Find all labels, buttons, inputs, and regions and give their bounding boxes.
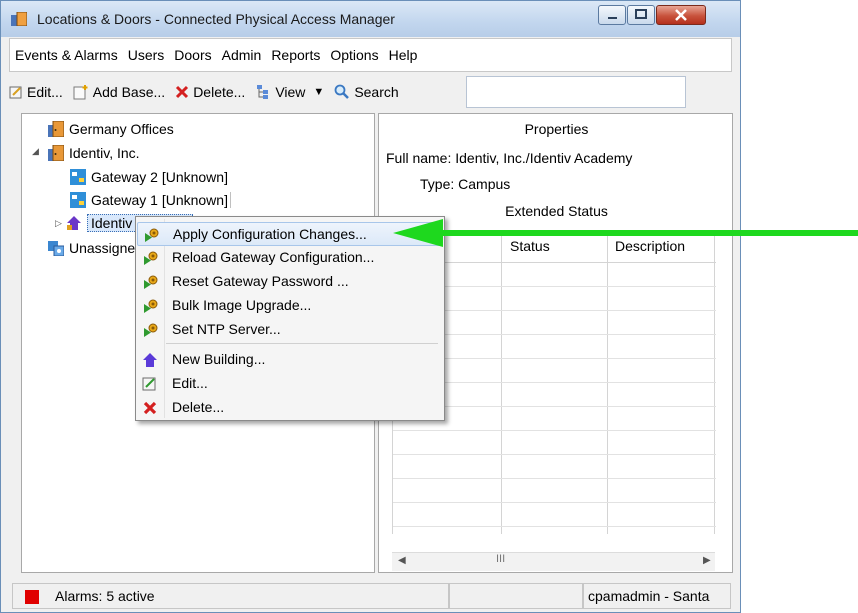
view-button[interactable]: View ▼ (255, 84, 324, 100)
edit-icon (9, 86, 22, 99)
menu-item-label: Set NTP Server... (172, 321, 281, 337)
view-button-label: View (275, 84, 306, 100)
tree-node-label: Gateway 2 [Unknown] (91, 169, 228, 185)
user-status-cell: cpamadmin - Santa (583, 583, 731, 609)
menu-help[interactable]: Help (384, 45, 423, 65)
full-name-value: Full name: Identiv, Inc./Identiv Academy (386, 150, 633, 166)
tree-node-gateway-1[interactable]: Gateway 1 [Unknown] (70, 189, 231, 211)
delete-button[interactable]: Delete... (175, 84, 245, 100)
delete-item[interactable]: Delete... (137, 396, 443, 420)
menu-doors[interactable]: Doors (169, 45, 216, 65)
maximize-icon (635, 9, 647, 19)
scroll-thumb[interactable]: III (412, 553, 592, 568)
window-title: Locations & Doors - Connected Physical A… (37, 11, 395, 27)
delete-button-label: Delete... (193, 84, 246, 100)
menu-admin[interactable]: Admin (217, 45, 267, 65)
gear-play-icon (144, 251, 158, 265)
gear-play-icon (144, 299, 158, 313)
menu-item-label: Delete... (172, 399, 225, 415)
collapsed-arrow-icon[interactable]: ▷ (55, 218, 62, 229)
tree-node-label: Unassigne (69, 240, 136, 256)
tree-node-identiv-inc[interactable]: Identiv, Inc. (48, 142, 140, 164)
close-icon (675, 9, 687, 21)
tree-node-germany-offices[interactable]: Germany Offices (48, 118, 174, 140)
tree-node-label: Gateway 1 [Unknown] (91, 192, 231, 208)
tree-node-label: Germany Offices (69, 121, 174, 137)
gateway-icon (70, 192, 86, 208)
unassigned-devices-icon (48, 241, 64, 256)
gear-play-icon (144, 323, 158, 337)
menu-users[interactable]: Users (123, 45, 170, 65)
add-base-button[interactable]: Add Base... (73, 84, 165, 100)
menu-item-label: Reload Gateway Configuration... (172, 249, 375, 265)
user-status-text: cpamadmin - Santa (588, 588, 710, 604)
edit-button-label: Edit... (27, 84, 63, 100)
tree-node-unassigned[interactable]: Unassigne (48, 237, 135, 259)
menu-options[interactable]: Options (325, 45, 383, 65)
scroll-thumb-grip: III (496, 553, 506, 565)
search-input[interactable] (466, 76, 686, 108)
tree-node-label: Identiv, Inc. (69, 145, 140, 161)
menu-item-label: Reset Gateway Password ... (172, 273, 349, 289)
menu-events-alarms[interactable]: Events & Alarms (10, 45, 123, 65)
app-icon (11, 12, 27, 26)
menu-reports[interactable]: Reports (266, 45, 325, 65)
view-tree-icon (257, 85, 269, 99)
add-base-button-label: Add Base... (92, 84, 166, 100)
maximize-button[interactable] (627, 5, 655, 25)
annotation-arrow (393, 219, 858, 247)
status-bar: Alarms: 5 active cpamadmin - Santa (9, 583, 732, 611)
new-building-item[interactable]: New Building... (137, 348, 443, 372)
type-value: Type: Campus (420, 176, 511, 192)
gear-play-icon (144, 275, 158, 289)
title-bar[interactable]: Locations & Doors - Connected Physical A… (1, 1, 740, 37)
edit-button[interactable]: Edit... (9, 84, 63, 100)
minimize-icon (608, 17, 617, 19)
chevron-down-icon: ▼ (313, 86, 325, 98)
menu-item-label: Bulk Image Upgrade... (172, 297, 312, 313)
properties-heading: Properties (524, 121, 589, 137)
gateway-icon (70, 169, 86, 185)
scroll-left-icon[interactable]: ◀ (398, 555, 406, 566)
scroll-right-icon[interactable]: ▶ (703, 555, 711, 566)
alarm-status-cell[interactable]: Alarms: 5 active (12, 583, 449, 609)
menu-item-label: New Building... (172, 351, 266, 367)
status-empty-cell (449, 583, 583, 609)
campus-icon (67, 216, 81, 230)
building-icon (143, 353, 157, 367)
edit-icon (142, 377, 156, 391)
menu-item-label: Apply Configuration Changes... (173, 226, 367, 242)
alarm-indicator-icon (25, 590, 39, 604)
set-ntp-server-item[interactable]: Set NTP Server... (137, 318, 443, 342)
delete-icon (143, 401, 157, 415)
horizontal-scrollbar[interactable]: ◀ III ▶ (392, 552, 715, 571)
edit-item[interactable]: Edit... (137, 372, 443, 396)
reset-gateway-password-item[interactable]: Reset Gateway Password ... (137, 270, 443, 294)
menu-separator (166, 343, 438, 344)
add-base-icon (73, 85, 88, 100)
gear-play-icon (145, 228, 159, 242)
search-icon (334, 84, 350, 99)
bulk-image-upgrade-item[interactable]: Bulk Image Upgrade... (137, 294, 443, 318)
expanded-arrow-icon[interactable]: ◢ (32, 146, 39, 157)
door-icon (48, 145, 64, 161)
minimize-button[interactable] (598, 5, 626, 25)
close-button[interactable] (656, 5, 706, 25)
search-button[interactable]: Search (334, 84, 399, 100)
delete-icon (176, 85, 189, 99)
toolbar: Edit... Add Base... Delete... View ▼ Sea… (9, 72, 732, 112)
alarm-status-text: Alarms: 5 active (55, 588, 155, 604)
door-icon (48, 121, 64, 137)
menu-bar: Events & Alarms Users Doors Admin Report… (9, 38, 732, 72)
menu-item-label: Edit... (172, 375, 208, 391)
tree-node-gateway-2[interactable]: Gateway 2 [Unknown] (70, 166, 228, 188)
search-button-label: Search (354, 84, 399, 100)
